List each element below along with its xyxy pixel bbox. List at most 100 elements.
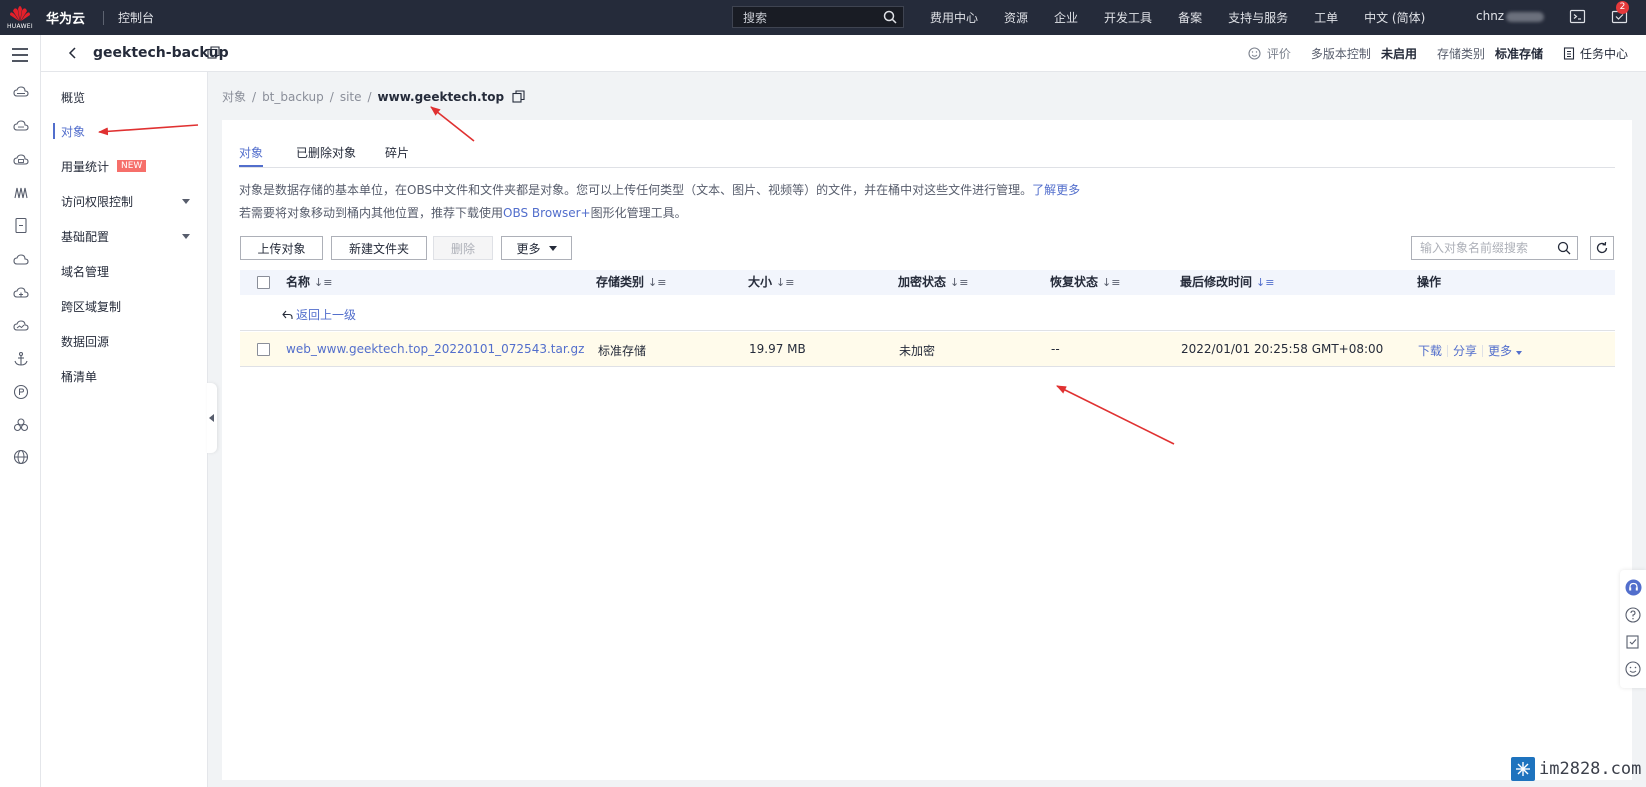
topnav-tickets[interactable]: 工单 xyxy=(1314,9,1338,26)
sidebar-item-objects[interactable]: 对象 xyxy=(41,117,208,145)
back-to-parent-row: 返回上一级 xyxy=(240,296,1615,331)
table-row[interactable]: web_www.geektech.top_20220101_072543.tar… xyxy=(240,332,1615,367)
obs-browser-link[interactable]: OBS Browser+ xyxy=(503,206,591,220)
customer-service-icon[interactable] xyxy=(1625,579,1642,596)
sidebar-item-inventory[interactable]: 桶清单 xyxy=(41,362,208,390)
topnav-support[interactable]: 支持与服务 xyxy=(1228,9,1288,26)
username: chnz xyxy=(1476,9,1505,23)
sidebar-item-domains[interactable]: 域名管理 xyxy=(41,257,208,285)
feedback-label: 评价 xyxy=(1266,47,1291,61)
sort-active-icon[interactable]: ↓≡ xyxy=(1256,276,1274,289)
topnav-icp[interactable]: 备案 xyxy=(1178,9,1202,26)
object-name-link[interactable]: web_www.geektech.top_20220101_072543.tar… xyxy=(286,342,584,356)
refresh-button[interactable] xyxy=(1590,236,1614,260)
column-size[interactable]: 大小 ↓≡ xyxy=(748,270,794,295)
object-search-input[interactable] xyxy=(1412,237,1542,259)
new-folder-button[interactable]: 新建文件夹 xyxy=(331,236,427,260)
sort-icon[interactable]: ↓≡ xyxy=(1102,276,1120,289)
tab-objects[interactable]: 对象 xyxy=(239,144,264,167)
topnav-billing[interactable]: 费用中心 xyxy=(930,9,978,26)
feedback-smile-icon[interactable] xyxy=(1625,661,1641,677)
sidebar-item-access-control[interactable]: 访问权限控制 xyxy=(41,187,208,215)
more-actions-dropdown[interactable]: 更多 xyxy=(501,236,572,260)
sidebar-item-basic-config[interactable]: 基础配置 xyxy=(41,222,208,250)
object-search-field[interactable] xyxy=(1411,236,1578,260)
column-encryption[interactable]: 加密状态 ↓≡ xyxy=(898,270,968,295)
cloud-service-icon[interactable] xyxy=(13,85,29,99)
share-link[interactable]: 分享 xyxy=(1453,342,1477,359)
brand-name[interactable]: 华为云 xyxy=(46,8,85,27)
feedback-button[interactable]: 评价 xyxy=(1248,45,1291,62)
help-icon[interactable] xyxy=(1625,607,1641,623)
topnav-resources[interactable]: 资源 xyxy=(1004,9,1028,26)
anchor-icon[interactable] xyxy=(13,351,29,367)
parking-icon[interactable] xyxy=(13,384,29,400)
chevron-down-icon xyxy=(548,245,557,251)
checklist-icon[interactable] xyxy=(1625,634,1641,650)
sidebar-item-overview[interactable]: 概览 xyxy=(41,83,208,111)
back-arrow-icon[interactable] xyxy=(65,45,81,61)
sidebar-item-replication[interactable]: 跨区域复制 xyxy=(41,292,208,320)
tab-fragments[interactable]: 碎片 xyxy=(385,144,409,161)
huawei-flower-icon xyxy=(10,5,30,21)
huawei-logo[interactable]: HUAWEI xyxy=(0,0,40,35)
row-more-dropdown[interactable]: 更多 xyxy=(1488,342,1523,359)
upload-object-button[interactable]: 上传对象 xyxy=(240,236,323,260)
column-restore[interactable]: 恢复状态 ↓≡ xyxy=(1050,270,1120,295)
sidebar-item-usage[interactable]: 用量统计 NEW xyxy=(41,152,208,180)
sort-icon[interactable]: ↓≡ xyxy=(648,276,666,289)
obs-service-icon[interactable] xyxy=(13,119,29,133)
cloud-storage-icon[interactable] xyxy=(13,253,29,267)
delete-button[interactable]: 删除 xyxy=(433,236,493,260)
topnav-language[interactable]: 中文 (简体) xyxy=(1364,9,1425,26)
watermark-text: im2828.com xyxy=(1539,759,1642,779)
divider xyxy=(103,10,105,25)
sidebar-item-back-to-source[interactable]: 数据回源 xyxy=(41,327,208,355)
copy-icon[interactable] xyxy=(207,46,220,59)
smile-icon xyxy=(1248,47,1261,60)
collapse-sidebar-handle[interactable] xyxy=(207,383,217,453)
console-link[interactable]: 控制台 xyxy=(118,9,154,26)
user-menu[interactable]: chnz xyxy=(1476,9,1545,23)
cloud-shell-icon[interactable] xyxy=(1569,8,1586,25)
user-group-icon[interactable] xyxy=(13,417,29,433)
breadcrumb-bt-backup[interactable]: bt_backup xyxy=(262,90,324,104)
search-icon[interactable] xyxy=(883,10,897,24)
tab-deleted-objects[interactable]: 已删除对象 xyxy=(296,144,356,161)
global-search-input[interactable]: 搜索 xyxy=(732,6,904,28)
column-last-modified[interactable]: 最后修改时间 ↓≡ xyxy=(1180,270,1274,295)
column-name[interactable]: 名称 ↓≡ xyxy=(286,270,332,295)
topnav-enterprise[interactable]: 企业 xyxy=(1054,9,1078,26)
object-tabs: 对象 已删除对象 碎片 xyxy=(239,120,1615,168)
cloud-db-icon[interactable] xyxy=(13,153,29,167)
sort-icon[interactable]: ↓≡ xyxy=(314,276,332,289)
more-label: 更多 xyxy=(516,241,541,256)
breadcrumb-site[interactable]: site xyxy=(340,90,362,104)
sidebar-item-label: 桶清单 xyxy=(61,369,98,384)
model-arts-icon[interactable] xyxy=(13,186,29,200)
column-storage-class[interactable]: 存储类别 ↓≡ xyxy=(596,270,666,295)
task-center-button[interactable]: 任务中心 xyxy=(1563,45,1628,62)
learn-more-link[interactable]: 了解更多 xyxy=(1032,183,1080,197)
hamburger-menu-icon[interactable] xyxy=(11,47,29,63)
description-text: 图形化管理工具。 xyxy=(590,206,687,220)
back-to-parent-link[interactable]: 返回上一级 xyxy=(282,306,356,323)
breadcrumb-objects[interactable]: 对象 xyxy=(222,88,246,105)
column-operations: 操作 xyxy=(1417,270,1441,295)
object-encryption: 未加密 xyxy=(899,344,936,358)
cdn-service-icon[interactable] xyxy=(13,286,29,300)
document-service-icon[interactable] xyxy=(13,217,29,234)
new-badge: NEW xyxy=(117,160,147,172)
select-all-checkbox[interactable] xyxy=(257,276,270,289)
search-icon[interactable] xyxy=(1557,241,1571,255)
copy-path-icon[interactable] xyxy=(512,90,525,103)
column-restore-label: 恢复状态 xyxy=(1050,275,1099,289)
sort-icon[interactable]: ↓≡ xyxy=(776,276,794,289)
globe-icon[interactable] xyxy=(13,449,29,465)
row-checkbox[interactable] xyxy=(257,343,270,356)
object-restore-status: -- xyxy=(1051,342,1060,356)
sort-icon[interactable]: ↓≡ xyxy=(950,276,968,289)
download-link[interactable]: 下载 xyxy=(1418,342,1442,359)
topnav-devtools[interactable]: 开发工具 xyxy=(1104,9,1152,26)
cloud-monitor-icon[interactable] xyxy=(13,319,29,333)
